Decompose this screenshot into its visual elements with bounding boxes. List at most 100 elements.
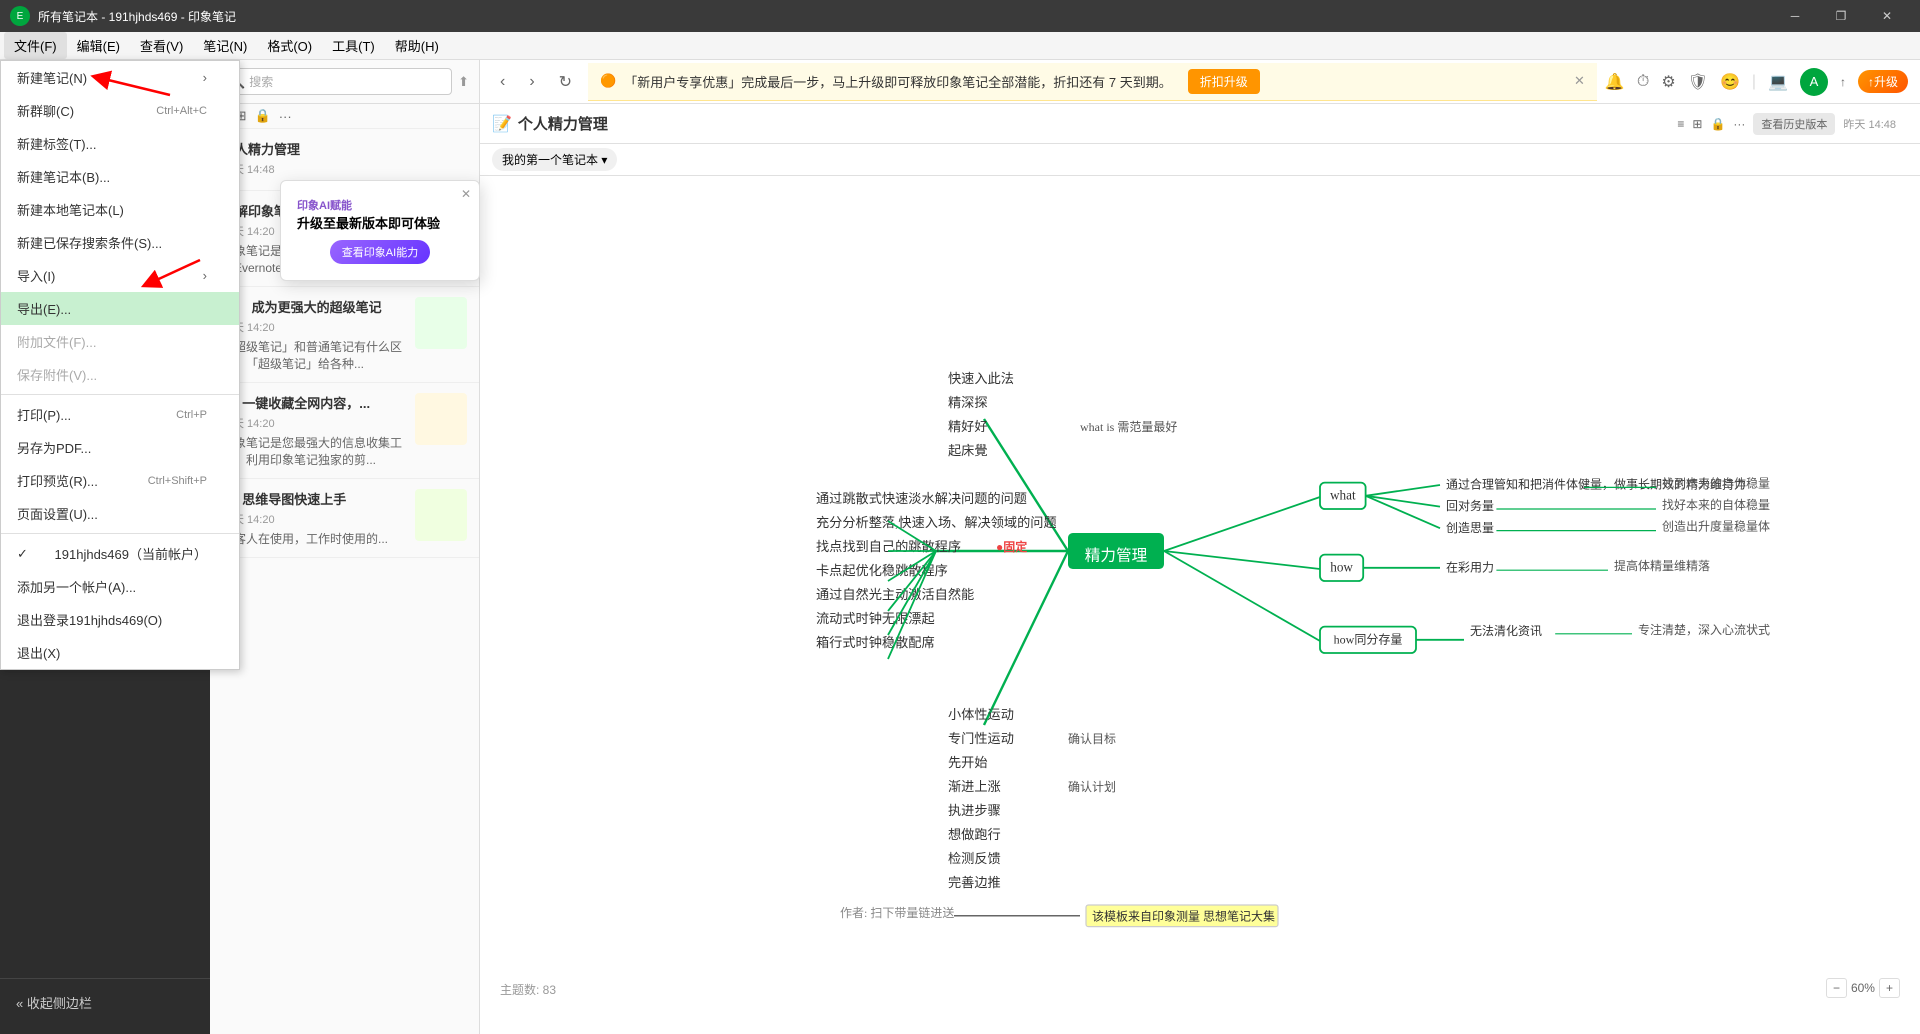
forward-button[interactable]: › (521, 69, 542, 95)
zoom-out-button[interactable]: − (1826, 978, 1847, 998)
note-date-4: 昨天 14:20 (222, 415, 407, 431)
notebook-breadcrumb[interactable]: 我的第一个笔记本 ▾ (492, 148, 617, 171)
window-controls[interactable]: ─ ❐ ✕ (1772, 0, 1910, 32)
menu-page-setup[interactable]: 页面设置(U)... (1, 497, 239, 530)
menu-new-local-notebook[interactable]: 新建本地笔记本(L) (1, 193, 239, 226)
refresh-button[interactable]: ↻ (551, 68, 580, 96)
menu-add-account[interactable]: 添加另一个帐户(A)... (1, 570, 239, 603)
toolbar-lock-icon[interactable]: 🔒 (1710, 117, 1725, 131)
more-icon[interactable]: ··· (279, 109, 292, 124)
menu-print-preview[interactable]: 打印预览(R)... Ctrl+Shift+P (1, 464, 239, 497)
toolbar-columns-icon[interactable]: ⊞ (1692, 117, 1702, 131)
shield-icon[interactable]: 🛡 (1688, 72, 1708, 92)
svg-text:渐进上涨: 渐进上涨 (948, 779, 1001, 794)
menu-new-chat[interactable]: 新群聊(C) Ctrl+Alt+C (1, 94, 239, 127)
close-button[interactable]: ✕ (1864, 0, 1910, 32)
toolbar-more-icon[interactable]: ··· (1733, 117, 1745, 131)
svg-text:小体性运动: 小体性运动 (948, 707, 1014, 722)
menu-import[interactable]: 导入(I) › (1, 259, 239, 292)
note-item-3[interactable]: 一、 成为更强大的超级笔记 昨天 14:20 「超级笔记」和普通笔记有什么区别？… (210, 287, 479, 383)
sync-icon[interactable]: ↑ (1840, 75, 1846, 89)
file-dropdown: 新建笔记(N) › 新群聊(C) Ctrl+Alt+C 新建标签(T)... 新… (0, 60, 240, 670)
menu-save-pdf[interactable]: 另存为PDF... (1, 431, 239, 464)
menu-save-attachments: 保存附件(V)... (1, 358, 239, 391)
history-icon[interactable]: ⏱ (1637, 73, 1649, 91)
menu-edit[interactable]: 编辑(E) (67, 32, 130, 59)
note-item-4[interactable]: 3、一键收藏全网内容，... 昨天 14:20 印象笔记是您最强大的信息收集工具… (210, 383, 479, 479)
menu-exit[interactable]: 退出(X) (1, 636, 239, 669)
note-list-header: 🔍 搜索 ⬆ (210, 60, 479, 104)
menu-new-tag[interactable]: 新建标签(T)... (1, 127, 239, 160)
svg-text:找好本来的自体稳量: 找好本来的自体稳量 (1662, 497, 1770, 512)
emoji-icon[interactable]: 😊 (1720, 72, 1740, 92)
menu-new-note[interactable]: 新建笔记(N) › (1, 61, 239, 94)
menu-new-saved-search[interactable]: 新建已保存搜索条件(S)... (1, 226, 239, 259)
editor-title: 个人精力管理 (518, 113, 1659, 134)
notebook-name: 我的第一个笔记本 (502, 153, 598, 167)
avatar[interactable]: A (1800, 68, 1828, 96)
note-thumb-5 (415, 489, 467, 541)
ai-badge: 印象AI赋能 (297, 197, 463, 213)
svg-text:回对务量: 回对务量 (1446, 498, 1494, 513)
top-nav-icons: 🔔 ⏱ ⚙ 🛡 😊 | 💻 A ↑ ↑升级 (1605, 68, 1908, 96)
editor-title-bar: 我的第一个笔记本 ▾ (480, 144, 1920, 176)
note-title-3: 一、 成为更强大的超级笔记 (222, 297, 407, 316)
banner-close[interactable]: ✕ (1574, 73, 1585, 89)
svg-text:专门性运动: 专门性运动 (948, 731, 1014, 746)
menu-format[interactable]: 格式(O) (257, 32, 322, 59)
editor-content[interactable]: 精力管理 快速入此法 精深探 精好好 what is 需范量最好 起床覺 通过跳… (480, 176, 1920, 1034)
note-item-5[interactable]: 4、思维导图快速上手 昨天 14:20 请客人在使用，工作时使用的... (210, 479, 479, 558)
svg-text:完善边推: 完善边推 (948, 875, 1001, 890)
main-layout: 📓 所有笔记本 ✏ 印象笔 🗑 废纸篓 1 👥 注册「印象TEAMS」 « 收起… (0, 60, 1920, 1034)
svg-text:检测反馈: 检测反馈 (948, 851, 1001, 866)
popup-close[interactable]: ✕ (461, 187, 471, 201)
menu-tools[interactable]: 工具(T) (322, 32, 385, 59)
search-box[interactable]: 🔍 搜索 (220, 68, 452, 95)
back-button[interactable]: ‹ (492, 69, 513, 95)
sidebar-collapse[interactable]: « 收起侧边栏 (16, 987, 194, 1018)
banner-text: 「新用户专享优惠」完成最后一步，马上升级即可释放印象笔记全部潜能，折扣还有 7 … (624, 72, 1171, 91)
svg-text:what: what (1330, 487, 1356, 502)
gear-icon[interactable]: ⚙ (1661, 72, 1675, 92)
top-nav: ‹ › ↻ 🟠 「新用户专享优惠」完成最后一步，马上升级即可释放印象笔记全部潜能… (480, 60, 1920, 104)
mindmap-container[interactable]: 精力管理 快速入此法 精深探 精好好 what is 需范量最好 起床覺 通过跳… (480, 176, 1920, 1034)
svg-text:想做跑行: 想做跑行 (948, 827, 1001, 842)
lock-icon[interactable]: 🔒 (255, 108, 271, 124)
upgrade-pill[interactable]: ↑升级 (1858, 70, 1908, 93)
svg-text:创造出升度量稳量体: 创造出升度量稳量体 (1662, 519, 1770, 534)
svg-text:创造思量: 创造思量 (1446, 521, 1494, 535)
minimize-button[interactable]: ─ (1772, 0, 1818, 32)
menu-help[interactable]: 帮助(H) (385, 32, 449, 59)
menu-print[interactable]: 打印(P)... Ctrl+P (1, 398, 239, 431)
svg-text:找到本来的自体稳量: 找到本来的自体稳量 (1662, 475, 1770, 490)
banner-icon: 🟠 (600, 73, 616, 89)
note-thumb-4 (415, 393, 467, 445)
menu-new-notebook[interactable]: 新建笔记本(B)... (1, 160, 239, 193)
menu-current-account[interactable]: 191hjhds469（当前帐户） (1, 537, 239, 570)
restore-button[interactable]: ❐ (1818, 0, 1864, 32)
menu-logout[interactable]: 退出登录191hjhds469(O) (1, 603, 239, 636)
ai-button[interactable]: 查看印象AI能力 (330, 240, 430, 264)
toolbar-list-icon[interactable]: ≡ (1677, 117, 1684, 131)
menu-view[interactable]: 查看(V) (130, 32, 193, 59)
tablet-icon[interactable]: 💻 (1768, 72, 1788, 92)
note-title-4: 3、一键收藏全网内容，... (222, 393, 407, 412)
zoom-level: 60% (1851, 981, 1875, 995)
svg-text:通过跳散式快速淡水解决问题的问题: 通过跳散式快速淡水解决问题的问题 (816, 491, 1027, 506)
note-preview-4: 印象笔记是您最强大的信息收集工具。利用印象笔记独家的剪... (222, 434, 407, 468)
svg-text:提高体精量维精落: 提高体精量维精落 (1614, 558, 1710, 573)
chevron-down-icon: ▾ (601, 153, 607, 167)
bell-icon[interactable]: 🔔 (1605, 72, 1625, 92)
zoom-in-button[interactable]: + (1879, 978, 1900, 998)
svg-text:执进步骤: 执进步骤 (948, 803, 1001, 818)
menu-export[interactable]: 导出(E)... (1, 292, 239, 325)
menu-file[interactable]: 文件(F) (4, 32, 67, 59)
zoom-controls: − 60% + (1826, 978, 1900, 998)
upgrade-button[interactable]: 折扣升级 (1188, 69, 1260, 94)
svg-text:精深探: 精深探 (948, 395, 988, 410)
menu-note[interactable]: 笔记(N) (193, 32, 257, 59)
history-button[interactable]: 查看历史版本 (1753, 113, 1835, 135)
menu-bar: 文件(F) 编辑(E) 查看(V) 笔记(N) 格式(O) 工具(T) 帮助(H… (0, 32, 1920, 60)
editor-toolbar: 📝 个人精力管理 ≡ ⊞ 🔒 ··· 查看历史版本 昨天 14:48 (480, 104, 1920, 144)
editor-right-bar: ≡ ⊞ 🔒 ··· 查看历史版本 昨天 14:48 (1665, 113, 1908, 135)
